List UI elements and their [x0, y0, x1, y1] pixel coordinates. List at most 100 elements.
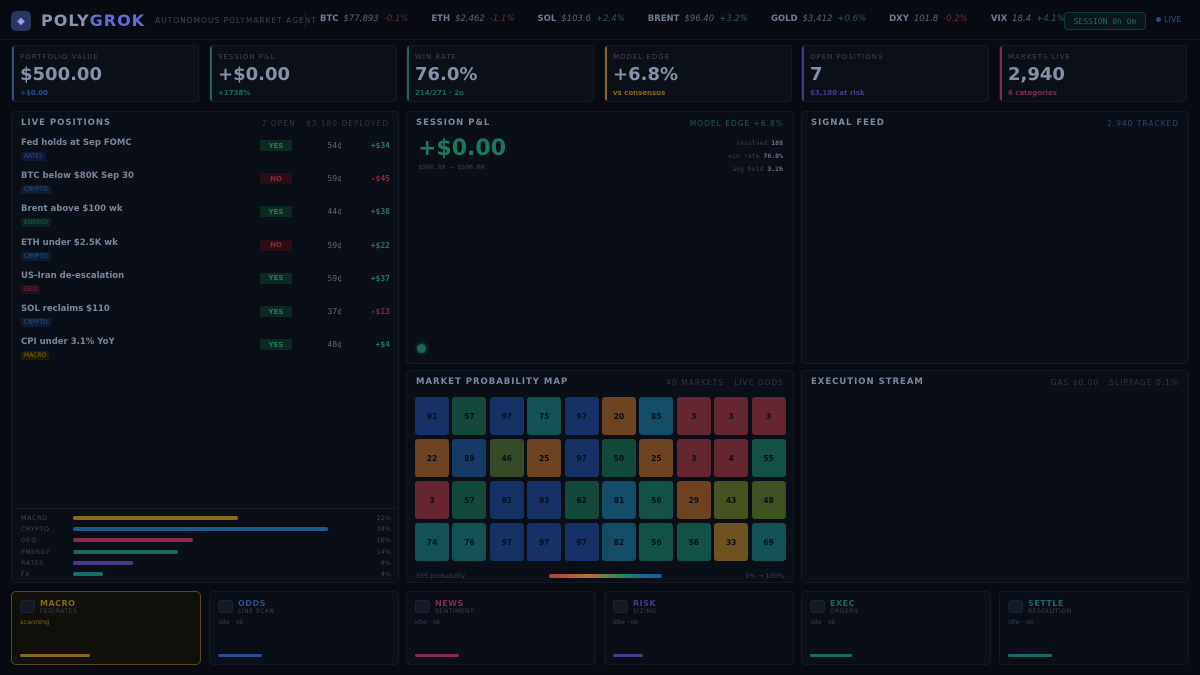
agent-status: idle · ok [810, 618, 836, 626]
agent-card[interactable]: NEWS SENTIMENT idle · ok [406, 591, 596, 665]
market-cell[interactable]: 29 [676, 481, 711, 519]
exposure-bar [73, 516, 238, 520]
exposure-track [73, 538, 353, 543]
market-cell[interactable]: 91 [415, 397, 449, 435]
accent-bar [605, 46, 607, 101]
category-tag: CRYPTO [21, 318, 51, 327]
stat-value: +6.8% [613, 64, 679, 85]
position-pnl: -$45 [370, 174, 390, 184]
agent-card[interactable]: ODDS LINE SCAN idle · ok [209, 591, 399, 665]
side-badge: YES [260, 306, 292, 317]
ticker-price: 101.8 [913, 14, 939, 24]
price-ticker: BTC $77,893 -0.1% ETH $2,462 -1.1% SOL $103.6 +2… [320, 14, 1150, 24]
ticker-item: BTC $77,893 -0.1% [320, 14, 408, 24]
agent-status: idle · ok [218, 618, 244, 626]
agent-role: FED/RATES [40, 608, 78, 615]
market-cell[interactable]: 3 [676, 397, 711, 435]
session-timer: SESSION 0h 0m [1064, 12, 1146, 30]
market-cell[interactable]: 76 [452, 523, 487, 561]
exposure-label: MACRO [21, 514, 48, 522]
market-cell[interactable]: 93 [527, 481, 562, 519]
pnl-value: +$0.00 [418, 136, 507, 161]
market-cell[interactable]: 82 [602, 523, 636, 561]
stat-subtext: +$0.00 [20, 89, 49, 97]
market-cell[interactable]: 74 [415, 523, 449, 561]
market-cell[interactable]: 57 [452, 481, 487, 519]
market-cell[interactable]: 81 [602, 481, 636, 519]
exposure-bar [73, 560, 133, 565]
market-cell[interactable]: 3 [714, 397, 749, 435]
market-cell[interactable]: 92 [489, 481, 524, 519]
exposure-row: ENERGY 14% [21, 548, 391, 559]
market-cell[interactable]: 43 [714, 481, 749, 519]
market-cell[interactable]: 56 [676, 523, 711, 561]
ticker-price: $103.6 [561, 14, 591, 24]
market-cell[interactable]: 55 [751, 439, 786, 477]
ticker-price: $3,412 [802, 14, 833, 24]
agent-card[interactable]: SETTLE RESOLUTION idle · ok [999, 591, 1189, 665]
position-row[interactable]: CPI under 3.1% YoY MACRO YES 48¢ +$4 [12, 336, 398, 369]
side-badge: YES [260, 140, 292, 151]
market-cell[interactable]: 20 [602, 397, 636, 435]
position-row[interactable]: Fed holds at Sep FOMC RATES YES 54¢ +$34 [12, 137, 398, 170]
market-cell[interactable]: 46 [489, 439, 524, 477]
ticker-symbol: ETH [431, 14, 451, 24]
market-cell[interactable]: 97 [489, 523, 524, 561]
position-row[interactable]: BTC below $80K Sep 30 CRYPTO NO 59¢ -$45 [12, 170, 398, 203]
market-cell[interactable]: 75 [527, 397, 562, 435]
stat-subtext: 6 categories [1008, 89, 1057, 97]
market-cell[interactable]: 3 [415, 481, 449, 519]
market-cell[interactable]: 97 [527, 523, 562, 561]
live-indicator: LIVE [1156, 15, 1181, 24]
agent-icon [415, 600, 430, 613]
market-cell[interactable]: 50 [602, 439, 636, 477]
market-cell[interactable]: 97 [564, 439, 599, 477]
agent-activity-bar [20, 654, 91, 657]
agent-card[interactable]: RISK SIZING idle · ok [604, 591, 794, 665]
ticker-change: +2.4% [596, 14, 625, 24]
agent-card[interactable]: MACRO FED/RATES scanning [11, 591, 201, 665]
agent-role: RESOLUTION [1028, 608, 1072, 615]
agent-icon [810, 600, 825, 613]
stat-label: OPEN POSITIONS [810, 53, 884, 61]
market-cell[interactable]: 25 [639, 439, 674, 477]
session-pnl-panel: SESSION P&L MODEL EDGE +6.8% +$0.00 $500… [406, 111, 794, 364]
market-cell[interactable]: 89 [452, 439, 487, 477]
market-cell[interactable]: 3 [751, 397, 786, 435]
market-cell[interactable]: 3 [676, 439, 711, 477]
market-cell[interactable]: 22 [415, 439, 449, 477]
market-cell[interactable]: 97 [489, 397, 524, 435]
market-cell[interactable]: 56 [639, 481, 674, 519]
agent-role: SENTIMENT [435, 608, 475, 615]
agent-card[interactable]: EXEC ORDERS idle · ok [801, 591, 991, 665]
position-row[interactable]: ETH under $2.5K wk CRYPTO NO 59¢ +$22 [12, 237, 398, 270]
stat-subtext: vs consensus [613, 89, 666, 97]
ticker-symbol: GOLD [770, 14, 798, 24]
market-cell[interactable]: 33 [714, 523, 749, 561]
position-row[interactable]: US-Iran de-escalation GEO YES 59¢ +$37 [12, 270, 398, 303]
stat-value: 7 [810, 64, 823, 85]
market-cell[interactable]: 25 [527, 439, 562, 477]
market-cell[interactable]: 48 [751, 481, 786, 519]
ticker-change: -1.1% [489, 14, 515, 24]
market-cell[interactable]: 56 [639, 523, 674, 561]
accent-bar [802, 46, 804, 101]
market-cell[interactable]: 97 [564, 397, 599, 435]
stat-card: OPEN POSITIONS 7 $3,180 at risk [801, 45, 989, 102]
ticker-price: 18.4 [1012, 14, 1032, 24]
execution-stream-panel: EXECUTION STREAM GAS $0.00 · SLIPPAGE 0.… [801, 370, 1189, 583]
market-cell[interactable]: 57 [452, 397, 487, 435]
agent-icon [1008, 600, 1023, 613]
entry-price: 48¢ [327, 340, 342, 350]
market-cell[interactable]: 97 [564, 523, 599, 561]
market-cell[interactable]: 85 [639, 397, 674, 435]
market-cell[interactable]: 4 [714, 439, 749, 477]
exposure-row: CRYPTO 34% [21, 525, 391, 536]
stat-card: WIN RATE 76.0% 214/271 · 2o [406, 45, 594, 102]
market-cell[interactable]: 62 [564, 481, 599, 519]
ticker-item: DXY 101.8 -0.2% [889, 14, 968, 24]
position-row[interactable]: Brent above $100 wk ENERGY YES 44¢ +$38 [12, 203, 398, 236]
agent-activity-bar [415, 654, 459, 657]
market-cell[interactable]: 69 [751, 523, 786, 561]
position-row[interactable]: SOL reclaims $110 CRYPTO YES 37¢ -$13 [12, 303, 398, 336]
